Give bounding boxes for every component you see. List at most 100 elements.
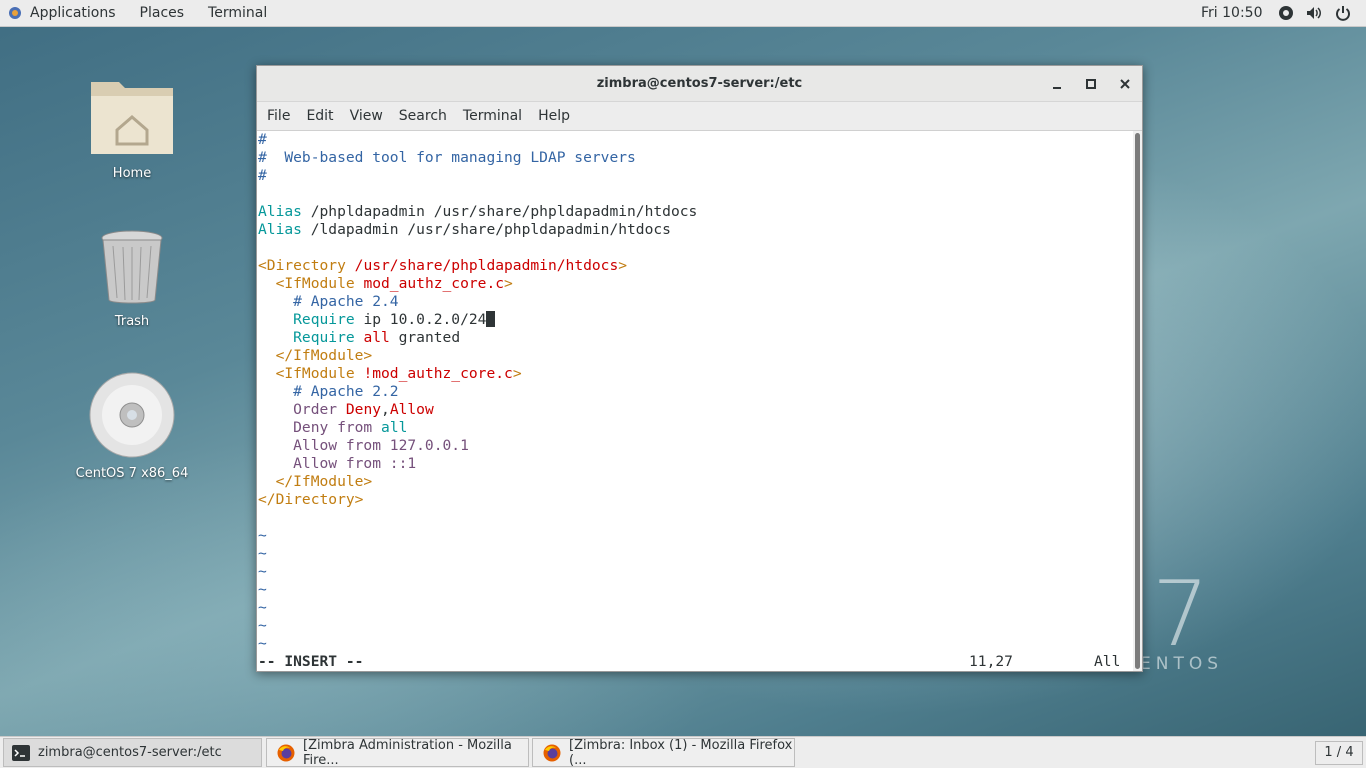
code-token: Alias [258,203,302,220]
code-token: Order [258,401,338,418]
menu-view[interactable]: View [342,108,391,124]
menu-help[interactable]: Help [530,108,578,124]
editor-line: Allow from 127.0.0.1 [258,437,469,455]
code-token: ~ [258,635,267,652]
terminal-scrollbar[interactable] [1133,131,1142,671]
code-token: ~ [258,545,267,562]
task-zimbra-admin-label: [Zimbra Administration - Mozilla Fire... [303,737,512,768]
editor-line: Require all granted [258,329,460,347]
code-token: ~ [258,617,267,634]
code-token: ~ [258,527,267,544]
terminal-app-menu[interactable]: Terminal [196,0,279,27]
editor-line: # [258,167,267,185]
code-token: Deny from [258,419,373,436]
code-token: Deny [345,401,382,418]
code-token: /phpldapadmin /usr/share/phpldapadmin/ht… [301,203,698,220]
code-token: Require [258,311,355,328]
editor-line: <IfModule !mod_authz_core.c> [258,365,522,383]
gnome-foot-icon [9,7,21,19]
menu-edit[interactable]: Edit [298,108,341,124]
cursor-position: 11,27 [969,653,1013,670]
desktop-centos-disc[interactable]: CentOS 7 x86_64 [72,372,192,481]
editor-line: ~ [258,581,267,599]
menu-file[interactable]: File [259,108,298,124]
editor-line: </IfModule> [258,347,373,365]
code-token: Require [258,329,355,346]
code-token: ~ [258,581,267,598]
code-token: # Apache 2.2 [258,383,399,400]
scrollbar-thumb[interactable] [1135,133,1140,669]
menu-search[interactable]: Search [391,108,455,124]
vim-status-line: -- INSERT -- 11,27 All [258,653,1128,671]
maximize-icon[interactable] [1083,76,1099,92]
terminal-icon [12,744,30,761]
applications-label: Applications [30,4,116,21]
code-token: all [363,329,390,346]
disc-icon [89,372,175,458]
volume-icon[interactable] [1306,5,1322,21]
editor-line: # [258,131,267,149]
window-titlebar[interactable]: zimbra@centos7-server:/etc [257,66,1142,102]
task-zimbra-inbox[interactable]: [Zimbra: Inbox (1) - Mozilla Firefox (..… [532,738,795,768]
editor-line: Order Deny,Allow [258,401,434,419]
scroll-position: All [1094,653,1121,670]
accessibility-icon[interactable] [1278,5,1294,21]
editor-line: # Apache 2.4 [258,293,399,311]
text-cursor [486,311,496,327]
places-menu[interactable]: Places [128,0,197,27]
workspace-pager[interactable]: 1 / 4 [1315,741,1363,765]
code-token: /ldapadmin /usr/share/phpldapadmin/htdoc… [301,221,671,238]
code-token: > [618,257,628,274]
code-token: # [258,167,267,184]
editor-line: # Web-based tool for managing LDAP serve… [258,149,636,167]
code-token: ~ [258,563,267,580]
editor-line: </IfModule> [258,473,373,491]
desktop-trash[interactable]: Trash [72,230,192,329]
editor-line: ~ [258,563,267,581]
menu-terminal[interactable]: Terminal [455,108,530,124]
editor-line: Alias /phpldapadmin /usr/share/phpldapad… [258,203,697,221]
editor-line: ~ [258,635,267,653]
close-icon[interactable] [1117,76,1133,92]
editor-line: <Directory /usr/share/phpldapadmin/htdoc… [258,257,627,275]
task-terminal[interactable]: zimbra@centos7-server:/etc [3,738,262,767]
desktop-home[interactable]: Home [72,74,192,181]
window-title: zimbra@centos7-server:/etc [596,76,803,91]
code-token: > [512,365,522,382]
editor-line: Require ip 10.0.2.0/24 [258,311,496,329]
code-token: , [381,401,390,418]
desktop-home-label: Home [112,166,152,181]
firefox-icon [543,744,561,761]
centos-watermark-number: 7 [1152,562,1210,667]
code-token: Alias [258,221,302,238]
clock[interactable]: Fri 10:50 [1201,0,1262,27]
code-token: </IfModule> [258,347,373,364]
code-token: ip 10.0.2.0/24 [354,311,487,328]
code-token: all [381,419,408,436]
code-token: <IfModule [258,275,355,292]
home-folder-icon [91,82,173,154]
code-token: # [258,131,267,148]
editor-line: ~ [258,527,267,545]
task-zimbra-admin[interactable]: [Zimbra Administration - Mozilla Fire... [266,737,529,768]
minimize-icon[interactable] [1049,76,1065,92]
editor-line: Deny from all [258,419,407,437]
desktop-trash-label: Trash [114,314,150,329]
code-token: !mod_authz_core.c [354,365,513,382]
applications-menu[interactable]: Applications [0,0,128,27]
code-token: granted [389,329,461,346]
centos-watermark-text: ENTOS [1140,654,1224,674]
code-token: Allow [389,401,434,418]
terminal-content[interactable]: # # Web-based tool for managing LDAP serv… [257,131,1133,671]
code-token: ~ [258,599,267,616]
editor-line: ~ [258,599,267,617]
editor-line: Alias /ldapadmin /usr/share/phpldapadmin… [258,221,671,239]
power-icon[interactable] [1335,5,1351,21]
code-token: mod_authz_core.c [354,275,505,292]
code-token: # Web-based tool for managing LDAP serve… [258,149,636,166]
code-token: > [504,275,513,292]
code-token: # Apache 2.4 [258,293,399,310]
top-bar: Applications Places Terminal Fri 10:50 [0,0,1366,27]
